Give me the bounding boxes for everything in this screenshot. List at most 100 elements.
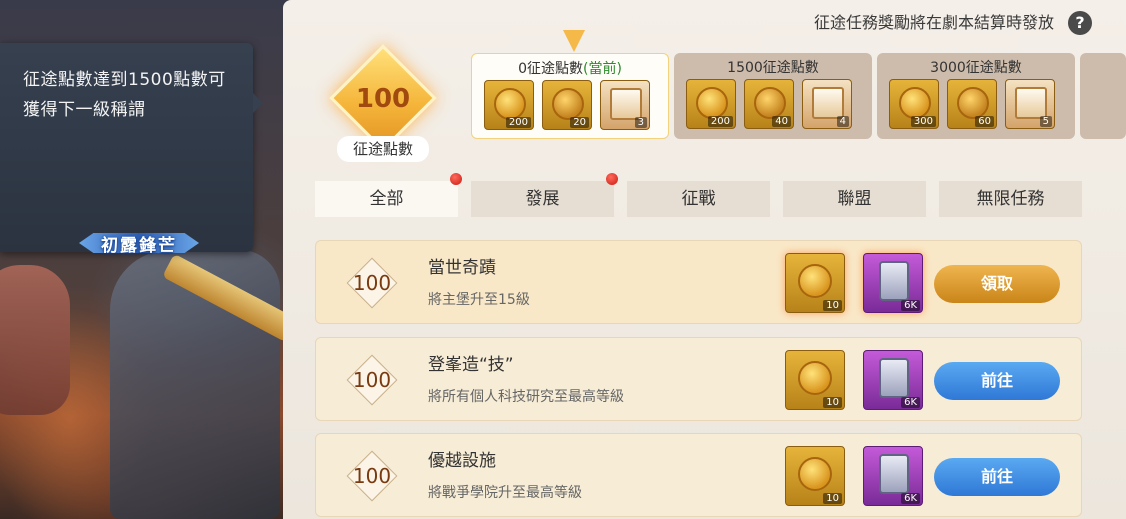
tab-alliance[interactable]: 聯盟 <box>783 181 926 217</box>
tier-rewards: 200 20 3 <box>484 80 650 130</box>
quest-points: 100 <box>352 368 392 392</box>
tab-label: 發展 <box>525 189 560 209</box>
ogre-figure <box>0 265 70 415</box>
reward-gold-coin[interactable]: 10 <box>785 446 845 506</box>
quest-points: 100 <box>352 271 392 295</box>
reward-card[interactable]: 5 <box>1005 79 1055 129</box>
reward-gold-coin[interactable]: 200 <box>484 80 534 130</box>
quest-panel: 征途任務獎勵將在劇本結算時發放 ? 100 征途點數 0征途點數(當前) 200… <box>283 0 1126 519</box>
tier-3-partial[interactable] <box>1080 53 1126 139</box>
help-icon[interactable]: ? <box>1068 11 1092 35</box>
tab-label: 聯盟 <box>837 189 872 209</box>
reward-gold-coin[interactable]: 300 <box>889 79 939 129</box>
reward-notice: 征途任務獎勵將在劇本結算時發放 <box>813 13 1054 32</box>
quest-rewards: 10 6K <box>785 446 923 506</box>
reward-count: 200 <box>707 116 733 127</box>
quest-title: 優越設施 <box>428 451 496 471</box>
reward-count: 40 <box>772 116 791 127</box>
tab-label: 征戰 <box>681 189 716 209</box>
medal-icon <box>957 87 989 119</box>
tab-development[interactable]: 發展 <box>471 173 618 217</box>
reward-crystal-card[interactable]: 6K <box>863 253 923 313</box>
tab-conquest[interactable]: 征戰 <box>627 181 770 217</box>
tier-current-label: (當前) <box>582 61 622 77</box>
reward-gold-coin[interactable]: 10 <box>785 253 845 313</box>
reward-count: 6K <box>901 397 920 408</box>
quest-row: 100 登峯造“技” 將所有個人科技研究至最高等級 10 6K 前往 <box>315 337 1082 421</box>
reward-count: 3 <box>634 117 647 128</box>
reward-count: 20 <box>570 117 589 128</box>
rank-title-label: 初露鋒芒 <box>101 235 177 256</box>
quest-description: 將所有個人科技研究至最高等級 <box>428 389 624 405</box>
title-tooltip: 征途點數達到1500點數可 獲得下一級稱謂 初露鋒芒 <box>0 43 263 256</box>
notification-dot-icon <box>450 173 462 185</box>
tab-all[interactable]: 全部 <box>315 173 462 217</box>
card-icon <box>610 88 642 120</box>
reward-count: 5 <box>1039 116 1052 127</box>
tier-title: 3000征途點數 <box>930 60 1022 76</box>
category-tabs: 全部 發展 征戰 聯盟 無限任務 <box>315 173 1082 217</box>
quest-title: 當世奇蹟 <box>428 258 496 278</box>
tier-2[interactable]: 3000征途點數 300 60 5 <box>877 53 1075 139</box>
tab-label: 無限任務 <box>976 189 1045 209</box>
reward-medal[interactable]: 40 <box>744 79 794 129</box>
reward-count: 10 <box>823 397 842 408</box>
reward-card[interactable]: 4 <box>802 79 852 129</box>
gold-coin-icon <box>696 87 728 119</box>
gold-coin-icon <box>899 87 931 119</box>
tab-unlimited[interactable]: 無限任務 <box>939 181 1082 217</box>
quest-rewards: 10 6K <box>785 253 923 313</box>
reward-count: 60 <box>975 116 994 127</box>
reward-count: 6K <box>901 300 920 311</box>
points-badge[interactable]: 100 征途點數 <box>323 40 443 162</box>
reward-count: 6K <box>901 493 920 504</box>
rank-title-badge: 初露鋒芒 <box>76 225 202 261</box>
medal-icon <box>552 88 584 120</box>
tier-points-label: 0征途點數 <box>518 61 583 77</box>
card-icon <box>812 87 844 119</box>
reward-count: 200 <box>505 117 531 128</box>
gold-coin-icon <box>494 88 526 120</box>
tier-title: 1500征途點數 <box>727 60 819 76</box>
gold-coin-icon <box>798 264 832 298</box>
reward-count: 300 <box>910 116 936 127</box>
go-button[interactable]: 前往 <box>934 362 1060 400</box>
reward-medal[interactable]: 60 <box>947 79 997 129</box>
notification-dot-icon <box>606 173 618 185</box>
quest-points: 100 <box>352 464 392 488</box>
reward-gold-coin[interactable]: 200 <box>686 79 736 129</box>
reward-count: 10 <box>823 493 842 504</box>
tab-label: 全部 <box>369 189 404 209</box>
quest-title: 登峯造“技” <box>428 355 514 375</box>
tooltip-line-1: 征途點數達到1500點數可 <box>23 70 226 90</box>
reward-count: 4 <box>836 116 849 127</box>
tooltip-text: 征途點數達到1500點數可 獲得下一級稱謂 <box>23 65 253 125</box>
points-value: 100 <box>355 84 411 114</box>
quest-points-badge: 100 <box>346 450 398 502</box>
current-tier-arrow-icon <box>563 30 585 52</box>
reward-medal[interactable]: 20 <box>542 80 592 130</box>
gold-coin-icon <box>798 457 832 491</box>
quest-points-badge: 100 <box>346 257 398 309</box>
reward-card[interactable]: 3 <box>600 80 650 130</box>
quest-points-badge: 100 <box>346 354 398 406</box>
reward-crystal-card[interactable]: 6K <box>863 350 923 410</box>
go-button[interactable]: 前往 <box>934 458 1060 496</box>
quest-row: 100 當世奇蹟 將主堡升至15級 10 6K 領取 <box>315 240 1082 324</box>
reward-gold-coin[interactable]: 10 <box>785 350 845 410</box>
tier-1[interactable]: 1500征途點數 200 40 4 <box>674 53 872 139</box>
quest-description: 將戰爭學院升至最高等級 <box>428 485 582 501</box>
quest-rewards: 10 6K <box>785 350 923 410</box>
tier-title: 0征途點數(當前) <box>472 58 668 78</box>
tier-rewards: 300 60 5 <box>889 79 1055 129</box>
tooltip-line-2: 獲得下一級稱謂 <box>23 100 146 120</box>
tier-0[interactable]: 0征途點數(當前) 200 20 3 <box>471 53 669 139</box>
quest-row: 100 優越設施 將戰爭學院升至最高等級 10 6K 前往 <box>315 433 1082 517</box>
gold-coin-icon <box>798 361 832 395</box>
reward-crystal-card[interactable]: 6K <box>863 446 923 506</box>
quest-description: 將主堡升至15級 <box>428 292 530 308</box>
card-icon <box>1015 87 1047 119</box>
reward-count: 10 <box>823 300 842 311</box>
tier-rewards: 200 40 4 <box>686 79 852 129</box>
claim-button[interactable]: 領取 <box>934 265 1060 303</box>
